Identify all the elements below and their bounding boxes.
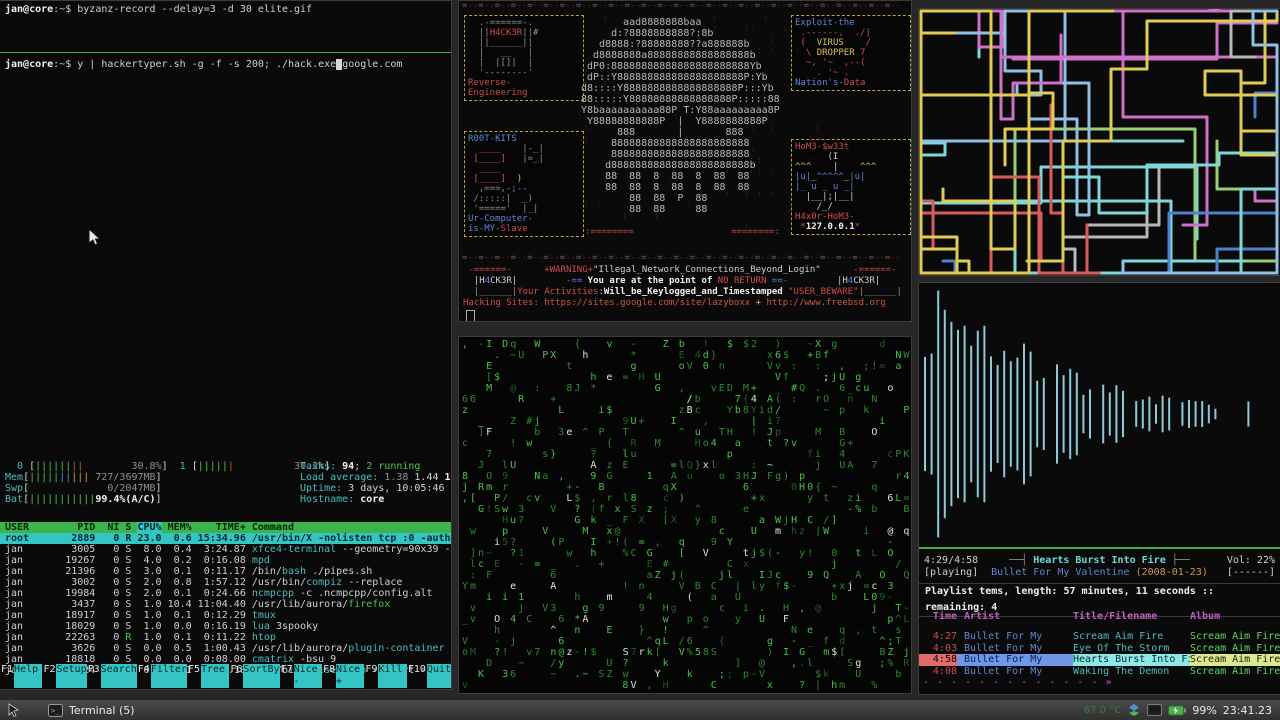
fkey-filter[interactable]: F4Filter: [137, 664, 187, 688]
col-title[interactable]: Title/Filename: [1073, 611, 1190, 623]
matrix-rain: , -I Dq W { v - Z b ! $ $2 ) ~X g d . ~U…: [462, 339, 912, 691]
fkey-help[interactable]: F1Help: [0, 664, 42, 688]
taskbar: >_ Terminal (5) 67.0 °C 99% 23:41.23: [0, 700, 1280, 720]
terminal-command-1: jan@core:~$ byzanz-record --delay=3 -d 3…: [5, 3, 312, 16]
fkey-sortby[interactable]: F6SortBy: [229, 664, 279, 688]
process-row[interactable]: jan 3005 0 S 8.0 0.4 3:24.87 xfce4-termi…: [0, 544, 451, 555]
clock[interactable]: 23:41.23: [1223, 704, 1272, 717]
desktop: jan@core:~$ byzanz-record --delay=3 -d 3…: [0, 0, 1280, 720]
cpu-temperature: 67.0 °C: [1084, 705, 1121, 716]
banner-box-hacker: .-======-. ||H4CK3R||# ||______|| | __ |…: [464, 15, 584, 101]
col-artist[interactable]: Artist: [957, 611, 1073, 623]
pipes-window[interactable]: [918, 8, 1280, 276]
process-row[interactable]: root 2889 0 R 23.0 0.6 15:34.96 /usr/bin…: [0, 533, 451, 544]
hacker-banner-window[interactable]: =--=--=--=--=--=--=--=--=--=--=--=--=--=…: [458, 0, 912, 322]
playlist-row[interactable]: 4:58Bullet For MyHearts Burst Into FireS…: [919, 654, 1280, 666]
banner-top-border: =--=--=--=--=--=--=--=--=--=--=--=--=--=…: [462, 2, 901, 11]
htop-process-list: root 2889 0 R 23.0 0.6 15:34.96 /usr/bin…: [0, 533, 451, 676]
fkey-setup[interactable]: F2Setup: [42, 664, 86, 688]
volume-bar: [------]: [1227, 567, 1275, 579]
banner-connector-left: :========: [585, 227, 634, 237]
htop-summary: Tasks: 94; 2 runningLoad average: 1.38 1…: [300, 461, 452, 505]
battery-percent: 99%: [1192, 704, 1216, 717]
htop-meters: 0 [|||||||| 30.8%] 1 [|||||| 30.2%]Mem[|…: [5, 461, 330, 505]
cmatrix-window[interactable]: , -I Dq W { v - Z b ! $ $2 ) ~X g d . ~U…: [458, 336, 912, 694]
fkey-tree[interactable]: F5Tree: [187, 664, 229, 688]
process-row[interactable]: jan 3002 0 S 2.0 0.8 1:57.12 /usr/bin/co…: [0, 577, 451, 588]
battery-icon[interactable]: [1168, 705, 1186, 716]
skull-ascii-art: aad8888888baa d:?8888888888?:8b d8888:?8…: [581, 17, 780, 215]
process-row[interactable]: jan 21396 0 S 3.0 0.1 0:11.17 /bin/bash …: [0, 566, 451, 577]
banner-warning-text: -======- +WARNING+"Illegal_Network_Conne…: [463, 265, 902, 309]
volume-label: Vol: 22%: [1227, 555, 1275, 567]
process-row[interactable]: jan 22263 0 R 1.0 0.1 0:11.22 htop: [0, 632, 451, 643]
pipes-art: [919, 9, 1279, 275]
htop-function-keys: F1HelpF2SetupF3SearchF4FilterF5TreeF6Sor…: [0, 664, 451, 688]
fkey-quit[interactable]: F10Quit: [407, 664, 451, 688]
banner-cursor: [466, 310, 475, 322]
playlist: 4:27Bullet For MyScream Aim FireScream A…: [919, 631, 1280, 677]
banner-connector-right: ========:: [731, 227, 780, 237]
playlist-row[interactable]: 4:27Bullet For MyScream Aim FireScream A…: [919, 631, 1280, 643]
fkey-search[interactable]: F3Search: [87, 664, 137, 688]
song-progress-bar[interactable]: [919, 547, 1280, 549]
terminal-command-2: jan@core:~$ y | hackertyper.sh -g -f -s …: [5, 58, 402, 71]
playlist-progress-dashes: - - - - - - - - - - - - - »: [923, 677, 1113, 688]
taskbar-window-button[interactable]: Terminal (5): [69, 704, 135, 717]
audio-visualizer: [919, 283, 1279, 546]
playlist-row[interactable]: 4:03Bullet For MyEye Of The StormScream …: [919, 643, 1280, 655]
mouse-cursor: [88, 228, 102, 246]
process-row[interactable]: jan 19984 0 S 2.0 0.1 0:24.66 ncmpcpp -c…: [0, 588, 451, 599]
show-desktop-icon[interactable]: [6, 702, 22, 718]
terminal-window[interactable]: jan@core:~$ byzanz-record --delay=3 -d 3…: [0, 0, 452, 690]
process-row[interactable]: jan 18029 0 S 1.0 0.0 0:16.19 lua 3spook…: [0, 621, 451, 632]
col-album[interactable]: Album: [1190, 611, 1280, 623]
tmux-pane-divider: [0, 52, 451, 53]
terminal-icon[interactable]: >_: [48, 704, 63, 717]
music-player-window[interactable]: 4:29/4:58 ──┤ Hearts Burst Into Fire ├──…: [918, 282, 1280, 695]
fkey-nice[interactable]: F8Nice +: [322, 664, 364, 688]
col-time[interactable]: Time: [919, 611, 957, 623]
fkey-kill[interactable]: F9Kill: [364, 664, 406, 688]
process-row[interactable]: jan 3437 0 S 1.0 10.4 11:04.40 /usr/lib/…: [0, 599, 451, 610]
banner-separator: =--=--=--=--=--=--=--=--=--=--=--=--=--=…: [462, 254, 901, 263]
network-icon[interactable]: [1127, 703, 1141, 717]
fkey-nice[interactable]: F7Nice -: [280, 664, 322, 688]
process-row[interactable]: jan 19267 0 S 4.0 0.2 0:16.08 mpd: [0, 555, 451, 566]
svg-text:>_: >_: [51, 707, 60, 715]
banner-box-rootkits: R00T-KITS ____ |-_| [____] |=_| ____ [__…: [464, 131, 584, 237]
process-row[interactable]: jan 18917 0 S 1.0 0.1 0:12.29 tmux: [0, 610, 451, 621]
display-icon[interactable]: [1147, 704, 1162, 716]
playlist-header: Time Artist Title/Filename Album: [919, 611, 1280, 623]
htop-table-header[interactable]: USER PID NI S CPU% MEM% TIME+ Command: [0, 522, 451, 533]
process-row[interactable]: jan 3626 0 S 0.0 0.5 1:00.43 /usr/lib/au…: [0, 643, 451, 654]
playlist-row[interactable]: 4:08Bullet For MyWaking The DemonScream …: [919, 666, 1280, 678]
